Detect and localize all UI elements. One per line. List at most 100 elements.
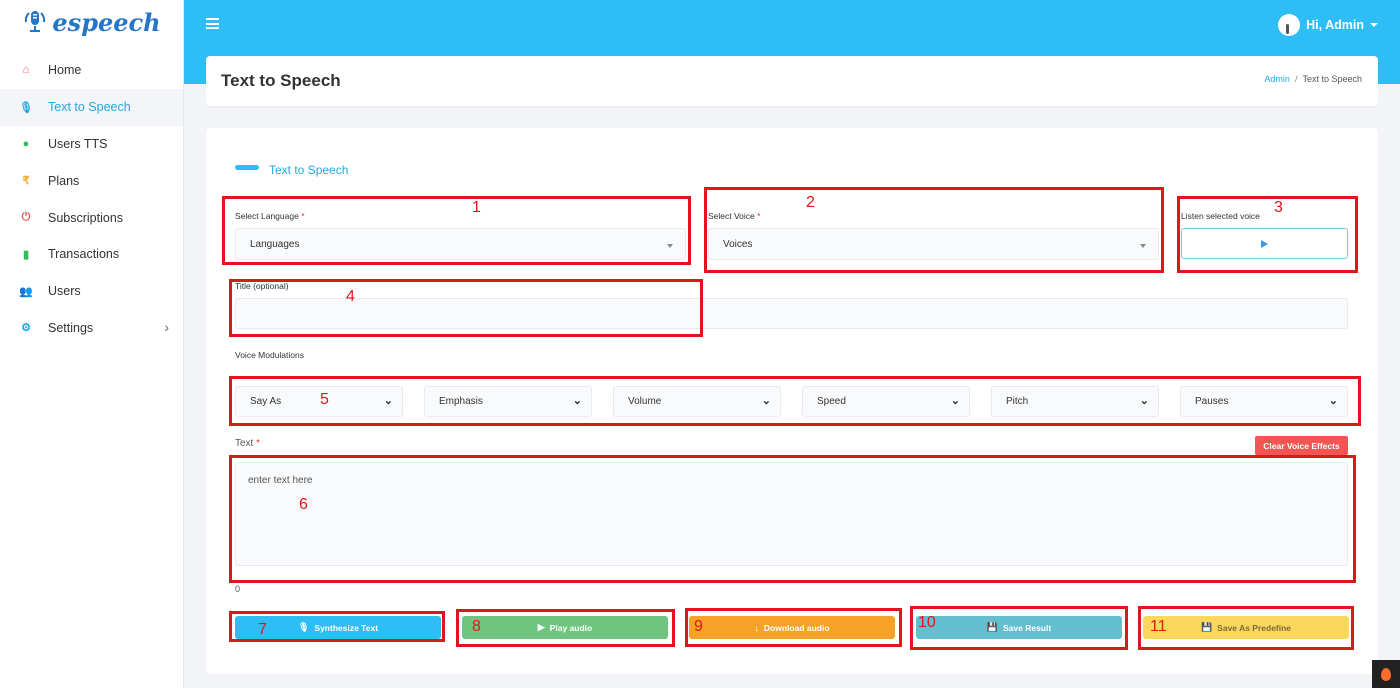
voice-select[interactable]: Voices bbox=[708, 228, 1159, 260]
chat-icon: ● bbox=[22, 137, 30, 150]
breadcrumb-separator: / bbox=[1294, 74, 1298, 84]
play-audio-button[interactable]: ▶ Play audio bbox=[462, 616, 668, 639]
breadcrumb-admin-link[interactable]: Admin bbox=[1264, 74, 1290, 84]
annotation-number: 2 bbox=[806, 194, 815, 211]
user-greeting: Hi, Admin bbox=[1306, 18, 1364, 32]
annotation-number: 10 bbox=[918, 614, 936, 631]
microphone-icon: 🎙 bbox=[297, 622, 310, 632]
chevron-down-icon: ⌄ bbox=[1139, 394, 1149, 407]
required-marker: * bbox=[256, 438, 261, 449]
clear-voice-effects-button[interactable]: Clear Voice Effects bbox=[1255, 436, 1348, 455]
sidebar-item-label: Plans bbox=[48, 173, 80, 188]
character-counter: 0 bbox=[235, 584, 241, 594]
modulation-select-value: Pauses bbox=[1195, 396, 1229, 407]
sidebar-item-label: Home bbox=[48, 63, 82, 78]
sidebar-item-users[interactable]: 👥 Users bbox=[0, 273, 183, 310]
sidebar-item-users-tts[interactable]: ● Users TTS bbox=[0, 126, 183, 163]
modulation-select-speed[interactable]: Speed ⌄ bbox=[802, 386, 970, 417]
modulation-select-say-as[interactable]: Say As ⌄ bbox=[235, 386, 403, 417]
button-label: Play audio bbox=[549, 622, 593, 633]
button-label: Save As Predefine bbox=[1217, 622, 1292, 633]
annotation-number: 4 bbox=[346, 288, 355, 305]
sidebar: espeech ⌂ Home 🎙 Text to Speech ● Users TTS ₹ P… bbox=[0, 0, 184, 688]
corner-badge[interactable] bbox=[1372, 660, 1400, 688]
modulation-select-value: Say As bbox=[250, 396, 282, 407]
sidebar-item-plans[interactable]: ₹ Plans bbox=[0, 162, 183, 199]
button-label: Synthesize Text bbox=[314, 622, 379, 633]
language-label-text: Select Language bbox=[235, 211, 299, 221]
voice-modulations-label: Voice Modulations bbox=[235, 350, 304, 360]
tts-form-card: Text to Speech Select Language * Languag… bbox=[206, 128, 1378, 674]
play-icon: ▶ bbox=[537, 622, 545, 632]
page-title: Text to Speech bbox=[221, 71, 341, 90]
home-icon: ⌂ bbox=[22, 64, 30, 77]
brand-name: espeech bbox=[52, 7, 161, 37]
microphone-logo-icon bbox=[25, 11, 46, 32]
sidebar-item-label: Transactions bbox=[48, 247, 120, 262]
section-title: Text to Speech bbox=[235, 163, 348, 177]
sidebar-item-label: Text to Speech bbox=[48, 100, 131, 115]
annotation-number: 5 bbox=[320, 391, 329, 408]
listen-label: Listen selected voice bbox=[1181, 211, 1260, 221]
voice-select-value: Voices bbox=[723, 238, 753, 250]
modulation-select-volume[interactable]: Volume ⌄ bbox=[613, 386, 781, 417]
annotation-number: 3 bbox=[1274, 199, 1283, 216]
modulation-select-value: Pitch bbox=[1006, 396, 1029, 407]
sidebar-item-label: Subscriptions bbox=[48, 210, 124, 225]
annotation-number: 8 bbox=[472, 618, 481, 635]
language-label: Select Language * bbox=[235, 211, 305, 221]
voice-label: Select Voice * bbox=[708, 211, 760, 221]
save-as-predefine-button[interactable]: 💾 Save As Predefine bbox=[1143, 616, 1349, 639]
listen-voice-button[interactable] bbox=[1181, 228, 1348, 259]
text-input-area[interactable]: enter text here bbox=[235, 462, 1348, 566]
dropdown-caret-icon bbox=[667, 244, 673, 248]
sidebar-nav: ⌂ Home 🎙 Text to Speech ● Users TTS ₹ Plans ⏻ Sub… bbox=[0, 52, 183, 346]
sidebar-item-subscriptions[interactable]: ⏻ Subscriptions bbox=[0, 199, 183, 236]
title-input[interactable] bbox=[235, 298, 1348, 329]
download-audio-button[interactable]: ↓ Download audio bbox=[689, 616, 895, 639]
modulation-select-emphasis[interactable]: Emphasis ⌄ bbox=[424, 386, 592, 417]
avatar bbox=[1278, 14, 1301, 36]
rupee-icon: ₹ bbox=[22, 175, 30, 188]
user-menu[interactable]: Hi, Admin bbox=[1278, 14, 1378, 36]
chevron-down-icon: ⌄ bbox=[1328, 394, 1338, 407]
sidebar-item-settings[interactable]: ⚙ Settings › bbox=[0, 310, 183, 347]
save-icon: 💾 bbox=[986, 622, 998, 632]
annotation-number: 9 bbox=[694, 618, 703, 635]
modulation-select-value: Volume bbox=[628, 396, 662, 407]
sidebar-item-label: Users bbox=[48, 284, 81, 299]
breadcrumb-current: Text to Speech bbox=[1302, 74, 1362, 84]
menu-toggle-icon[interactable] bbox=[206, 18, 219, 29]
title-label: Title (optional) bbox=[235, 281, 289, 291]
users-icon: 👥 bbox=[19, 285, 33, 298]
microphone-icon: 🎙 bbox=[19, 101, 33, 114]
language-select[interactable]: Languages bbox=[235, 228, 686, 260]
sidebar-item-label: Settings bbox=[48, 320, 94, 335]
sidebar-item-text-to-speech[interactable]: 🎙 Text to Speech bbox=[0, 88, 183, 126]
text-label-text: Text bbox=[235, 438, 254, 449]
sidebar-item-label: Users TTS bbox=[48, 136, 108, 151]
save-result-button[interactable]: 💾 Save Result bbox=[916, 616, 1122, 639]
modulation-select-pitch[interactable]: Pitch ⌄ bbox=[991, 386, 1159, 417]
chevron-down-icon: ⌄ bbox=[761, 394, 771, 407]
download-icon: ↓ bbox=[754, 622, 759, 633]
chevron-down-icon: ⌄ bbox=[383, 394, 393, 407]
sidebar-item-transactions[interactable]: ▮ Transactions bbox=[0, 236, 183, 273]
button-label: Save Result bbox=[1003, 622, 1052, 633]
brand-logo[interactable]: espeech bbox=[0, 0, 183, 44]
modulation-select-value: Speed bbox=[817, 396, 846, 407]
annotation-number: 7 bbox=[258, 621, 267, 638]
annotation-number: 6 bbox=[299, 496, 308, 513]
annotation-number: 11 bbox=[1150, 618, 1167, 635]
sidebar-item-home[interactable]: ⌂ Home bbox=[0, 52, 183, 89]
chevron-down-icon: ⌄ bbox=[572, 394, 582, 407]
annotation-number: 1 bbox=[472, 199, 481, 216]
dropdown-caret-icon bbox=[1140, 244, 1146, 248]
required-marker: * bbox=[301, 211, 305, 221]
power-icon: ⏻ bbox=[21, 211, 31, 224]
play-icon bbox=[1261, 239, 1268, 248]
gear-icon: ⚙ bbox=[21, 322, 31, 335]
modulation-select-pauses[interactable]: Pauses ⌄ bbox=[1180, 386, 1348, 417]
chevron-right-icon: › bbox=[164, 319, 169, 336]
section-pill-icon bbox=[235, 164, 259, 170]
